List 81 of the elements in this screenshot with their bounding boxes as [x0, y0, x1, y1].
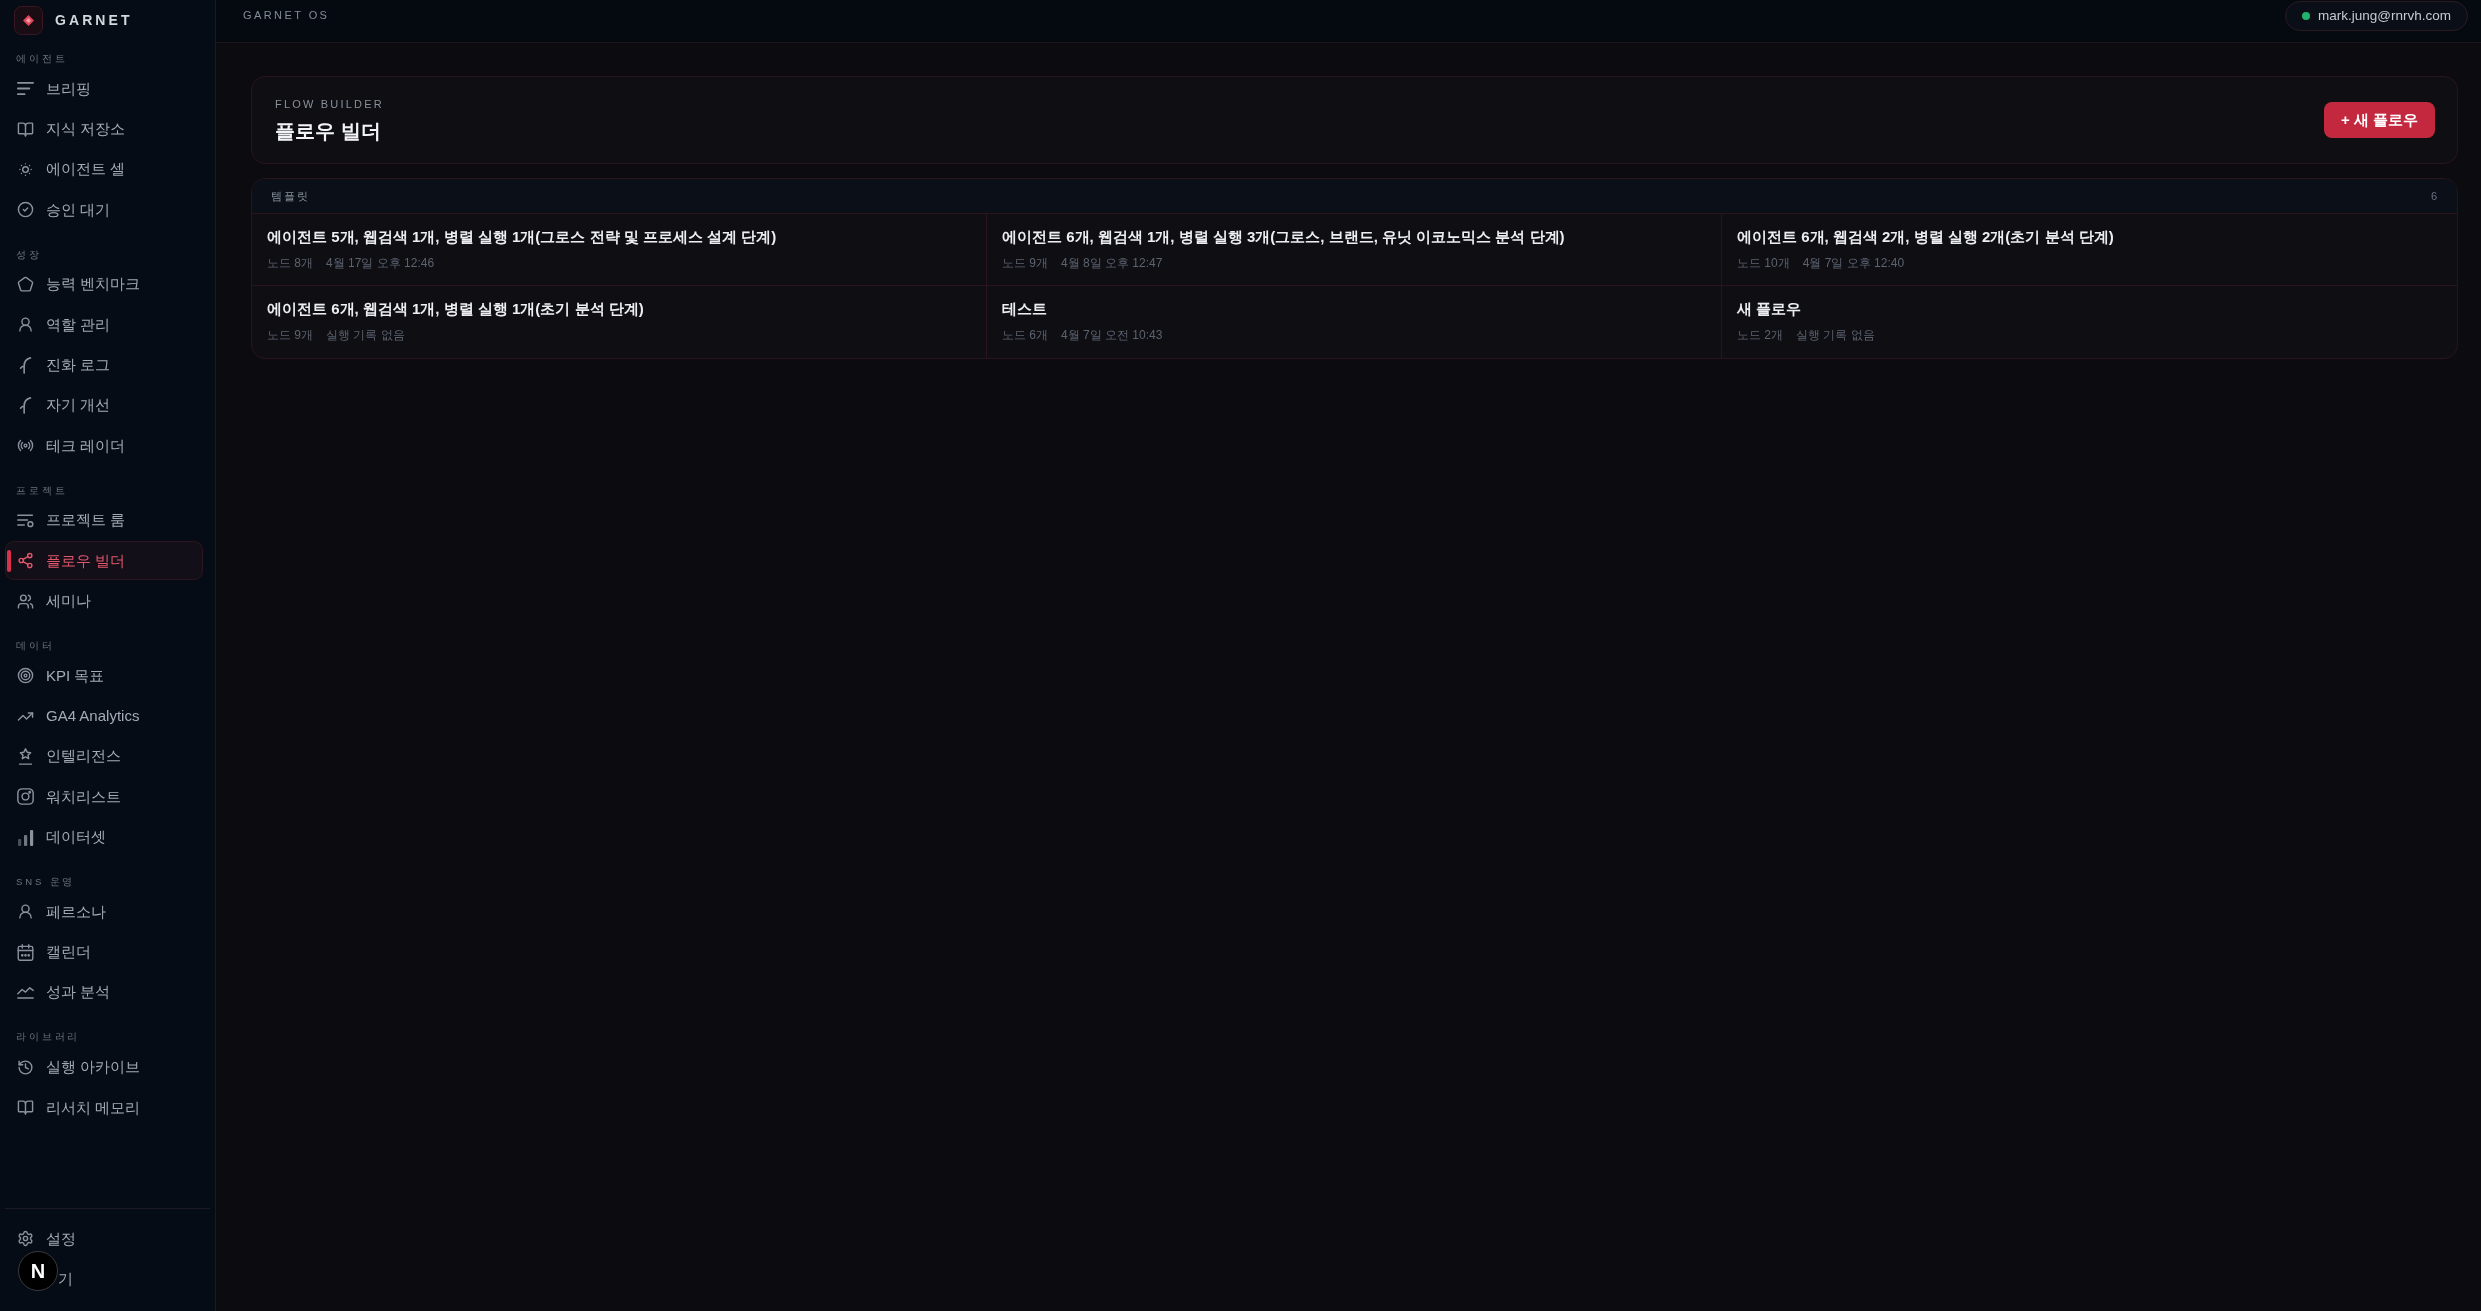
active-indicator: [7, 550, 11, 573]
template-card[interactable]: 에이전트 5개, 웹검색 1개, 병렬 실행 1개(그로스 전략 및 프로세스 설계 단계) 노드 8개 4월 17일 오후 12:46: [252, 214, 987, 286]
nav-item[interactable]: KPI 목표: [5, 656, 203, 696]
book-icon: [17, 120, 34, 138]
check-circle-icon: [17, 201, 34, 219]
template-card[interactable]: 테스트 노드 6개 4월 7일 오전 10:43: [987, 286, 1722, 358]
nav-item[interactable]: GA4 Analytics: [5, 696, 203, 736]
node-count: 노드 9개: [267, 328, 313, 342]
section-label: 에이전트: [15, 51, 69, 66]
sun-icon: [17, 160, 34, 178]
template-card[interactable]: 에이전트 6개, 웹검색 1개, 병렬 실행 1개(초기 분석 단계) 노드 9개 실행 기록 없음: [252, 286, 987, 358]
nav-item[interactable]: 에이전트 셀: [5, 149, 203, 189]
section-label: 성장: [15, 247, 43, 262]
nav-item[interactable]: 테크 레이더: [5, 426, 203, 466]
template-title: 새 플로우: [1737, 299, 1803, 319]
star-icon: [17, 747, 34, 765]
nav-item[interactable]: 성과 분석: [5, 972, 203, 1012]
nav-item[interactable]: 자기 개선: [5, 385, 203, 425]
eyebrow-text: FLOW BUILDER: [275, 96, 384, 111]
nav-item[interactable]: 리서치 메모리: [5, 1088, 203, 1128]
nav-item[interactable]: 데이터셋: [5, 817, 203, 857]
people-icon: [17, 592, 34, 610]
nav-item[interactable]: 세미나: [5, 581, 203, 621]
nav-item[interactable]: 지식 저장소: [5, 109, 203, 149]
curve-icon: [17, 356, 34, 374]
node-count: 노드 2개: [1737, 328, 1783, 342]
section-label: 프로젝트: [15, 483, 69, 498]
settings-icon: [17, 1230, 34, 1248]
node-count: 노드 6개: [1002, 328, 1048, 342]
calendar-icon: [17, 943, 34, 961]
camera-icon: [17, 788, 34, 806]
template-card[interactable]: 에이전트 6개, 웹검색 2개, 병렬 실행 2개(초기 분석 단계) 노드 10개 4월 7일 오후 12:40: [1722, 214, 2457, 286]
pentagon-icon: [17, 276, 34, 293]
count-text: 6: [2430, 188, 2437, 204]
brand-name: GARNET: [55, 11, 133, 30]
node-count: 노드 9개: [1002, 256, 1048, 270]
template-title: 에이전트 6개, 웹검색 1개, 병렬 실행 1개(초기 분석 단계): [267, 299, 645, 319]
template-title: 에이전트 6개, 웹검색 1개, 병렬 실행 3개(그로스, 브랜드, 유닛 이코노믹스 분석 단계): [1002, 227, 1566, 247]
lines-icon: [17, 80, 34, 98]
share-nodes-icon: [17, 552, 34, 570]
page-title: 플로우 빌더: [275, 118, 382, 144]
app-title: GARNET OS: [243, 8, 330, 23]
nav-item[interactable]: 페르소나: [5, 892, 203, 932]
last-run-text: 4월 8일 오후 12:47: [1061, 256, 1163, 270]
person-icon: [17, 903, 34, 921]
template-title: 에이전트 6개, 웹검색 2개, 병렬 실행 2개(초기 분석 단계): [1737, 227, 2115, 247]
history-icon: [17, 1058, 34, 1076]
template-card[interactable]: 에이전트 6개, 웹검색 1개, 병렬 실행 3개(그로스, 브랜드, 유닛 이코노믹스 분석 단계) 노드 9개 4월 8일 오후 12:47: [987, 214, 1722, 286]
template-title: 에이전트 5개, 웹검색 1개, 병렬 실행 1개(그로스 전략 및 프로세스 설계 단계): [267, 227, 778, 247]
template-title: 테스트: [1002, 299, 1048, 319]
section-label: 라이브러리: [15, 1030, 82, 1045]
section-label: 데이터: [15, 638, 56, 653]
nav-item[interactable]: 승인 대기: [5, 190, 203, 230]
last-run-text: 실행 기록 없음: [1796, 328, 1875, 342]
last-run-text: 4월 7일 오후 12:40: [1802, 256, 1905, 270]
node-count: 노드 10개: [1737, 256, 1790, 270]
nav-item[interactable]: 캘린더: [5, 932, 203, 972]
nav-item[interactable]: 브리핑: [5, 69, 203, 109]
nav-item[interactable]: 워치리스트: [5, 777, 203, 817]
diamond-logo-icon: [14, 6, 43, 35]
section-label: SNS 운영: [15, 874, 77, 889]
curve-icon: [17, 396, 34, 414]
nav-item[interactable]: 실행 아카이브: [5, 1047, 203, 1087]
template-card[interactable]: 새 플로우 노드 2개 실행 기록 없음: [1722, 286, 2457, 358]
target-icon: [17, 667, 34, 685]
book-icon: [17, 1099, 34, 1117]
nav-item[interactable]: 플로우 빌더: [5, 541, 203, 581]
nav-item[interactable]: 역할 관리: [5, 305, 203, 345]
person-icon: [17, 316, 34, 334]
section-title: 템플릿: [271, 188, 311, 204]
new-flow-button[interactable]: + 새 플로우: [2323, 102, 2435, 138]
account-button[interactable]: mark.jung@rnrvh.com: [2285, 1, 2468, 31]
nav-item[interactable]: 프로젝트 룸: [5, 500, 203, 540]
last-run-text: 실행 기록 없음: [326, 328, 405, 342]
nav-item[interactable]: 인텔리전스: [5, 736, 203, 776]
bar-chart-icon: [17, 828, 34, 846]
last-run-text: 4월 17일 오후 12:46: [326, 256, 435, 270]
node-count: 노드 8개: [267, 256, 313, 270]
nav-item[interactable]: 능력 벤치마크: [5, 265, 203, 304]
last-run-text: 4월 7일 오전 10:43: [1061, 328, 1163, 342]
nav-item[interactable]: 진화 로그: [5, 345, 203, 385]
